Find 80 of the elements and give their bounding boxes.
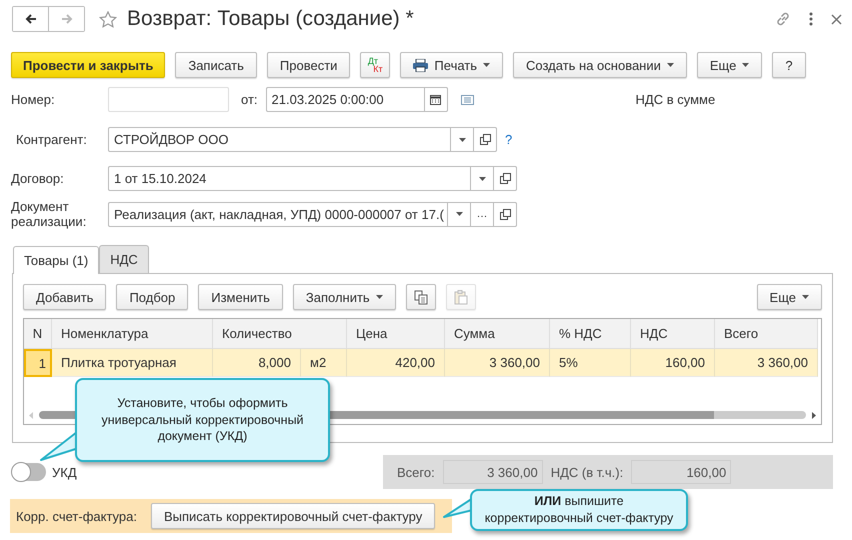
total-label: Всего: bbox=[397, 464, 435, 480]
fill-button[interactable]: Заполнить bbox=[292, 284, 396, 310]
table-button[interactable]: Изменить bbox=[198, 284, 283, 310]
contract-field[interactable]: 1 от 15.10.2024 bbox=[108, 166, 517, 191]
help-link[interactable]: ? bbox=[505, 132, 512, 147]
caret-icon bbox=[666, 63, 674, 67]
caret-icon bbox=[483, 63, 490, 67]
column-header[interactable]: N bbox=[24, 319, 52, 349]
column-header[interactable]: Цена bbox=[347, 319, 445, 349]
column-header[interactable]: % НДС bbox=[550, 319, 631, 349]
table-cell: 160,00 bbox=[631, 349, 715, 377]
printer-icon bbox=[413, 58, 428, 72]
window-icon bbox=[500, 173, 510, 184]
back-icon bbox=[24, 14, 36, 24]
caret-icon bbox=[456, 212, 462, 216]
window-title: Возврат: Товары (создание) * bbox=[127, 7, 414, 31]
tab[interactable]: НДС bbox=[99, 245, 149, 273]
ukd-toggle[interactable] bbox=[12, 463, 46, 481]
more-icon[interactable] bbox=[809, 12, 813, 26]
post-close-button[interactable]: Провести и закрыть bbox=[11, 52, 166, 78]
close-icon[interactable] bbox=[831, 14, 842, 24]
table-cell: 1 bbox=[24, 349, 52, 377]
issue-invoice-button[interactable]: Выписать корректировочный счет-фактуру bbox=[150, 503, 436, 529]
table-cell: 420,00 bbox=[347, 349, 445, 377]
star-icon[interactable] bbox=[99, 10, 117, 28]
forward-icon bbox=[60, 14, 72, 24]
column-header[interactable]: Сумма bbox=[445, 319, 550, 349]
table-cell: 5% bbox=[550, 349, 631, 377]
table-cell: 8,000 bbox=[213, 349, 301, 377]
number-field[interactable] bbox=[108, 87, 229, 112]
caret-icon bbox=[802, 295, 809, 299]
toolbar-button[interactable]: Записать bbox=[175, 52, 257, 78]
total-field: 160,00 bbox=[631, 460, 732, 484]
column-header[interactable]: Всего bbox=[715, 319, 818, 349]
more-button[interactable]: Еще bbox=[756, 284, 822, 310]
field-label: Договор: bbox=[11, 171, 65, 186]
window-icon bbox=[480, 134, 490, 145]
toolbar-button[interactable]: Провести bbox=[266, 52, 350, 78]
scroll-right-icon[interactable] bbox=[812, 412, 816, 418]
field-label: от: bbox=[241, 92, 258, 107]
tab[interactable]: Товары (1) bbox=[13, 246, 100, 274]
clipboard-icon bbox=[454, 290, 468, 304]
table-cell: 3 360,00 bbox=[445, 349, 550, 377]
list-icon[interactable] bbox=[460, 94, 474, 104]
invoice-label: Корр. счет-фактура: bbox=[16, 508, 137, 524]
field-label: Документ реализации: bbox=[11, 199, 88, 229]
link-icon[interactable] bbox=[775, 11, 791, 27]
field-label: Номер: bbox=[11, 92, 56, 107]
vat-mode-label: НДС в сумме bbox=[636, 92, 716, 107]
menu-button[interactable]: Создать на основании bbox=[513, 52, 687, 78]
caret-icon bbox=[742, 63, 750, 67]
column-header[interactable]: Номенклатура bbox=[52, 319, 213, 349]
toolbar-button[interactable]: ? bbox=[772, 52, 806, 78]
date-field[interactable]: 21.03.2025 0:00:00 bbox=[266, 87, 448, 112]
documents-icon bbox=[414, 290, 428, 304]
caret-icon bbox=[478, 176, 486, 180]
table-button[interactable]: Добавить bbox=[23, 284, 106, 310]
calendar-icon bbox=[430, 94, 442, 105]
sale-document-field[interactable]: Реализация (акт, накладная, УПД) 0000-000007 от 17.( … bbox=[108, 202, 517, 226]
callout: Установите, чтобы оформить универсальный корректировочный документ (УКД) bbox=[75, 378, 330, 462]
caret-icon bbox=[458, 138, 466, 142]
column-header[interactable]: Количество bbox=[213, 319, 347, 349]
table-cell: Плитка тротуарная bbox=[52, 349, 213, 377]
scroll-left-icon[interactable] bbox=[29, 412, 33, 418]
print-button[interactable]: Печать bbox=[400, 52, 504, 78]
copy-button[interactable] bbox=[406, 284, 436, 310]
counterparty-field[interactable]: СТРОЙДВОР ООО bbox=[108, 127, 497, 152]
toggle-label: УКД bbox=[52, 464, 77, 480]
table-cell: 3 360,00 bbox=[715, 349, 818, 377]
total-field: 3 360,00 bbox=[442, 460, 543, 484]
caret-icon bbox=[376, 295, 383, 299]
column-header[interactable]: НДС bbox=[631, 319, 715, 349]
field-label: Контрагент: bbox=[15, 132, 88, 147]
menu-button[interactable]: Еще bbox=[696, 52, 762, 78]
select-button[interactable]: … bbox=[470, 202, 493, 226]
window-icon bbox=[500, 208, 510, 220]
table-cell: м2 bbox=[301, 349, 347, 377]
ledger-button[interactable]: Дт Кт bbox=[360, 52, 390, 78]
total-label: НДС (в т.ч.): bbox=[550, 464, 624, 480]
table-button[interactable]: Подбор bbox=[116, 284, 188, 310]
